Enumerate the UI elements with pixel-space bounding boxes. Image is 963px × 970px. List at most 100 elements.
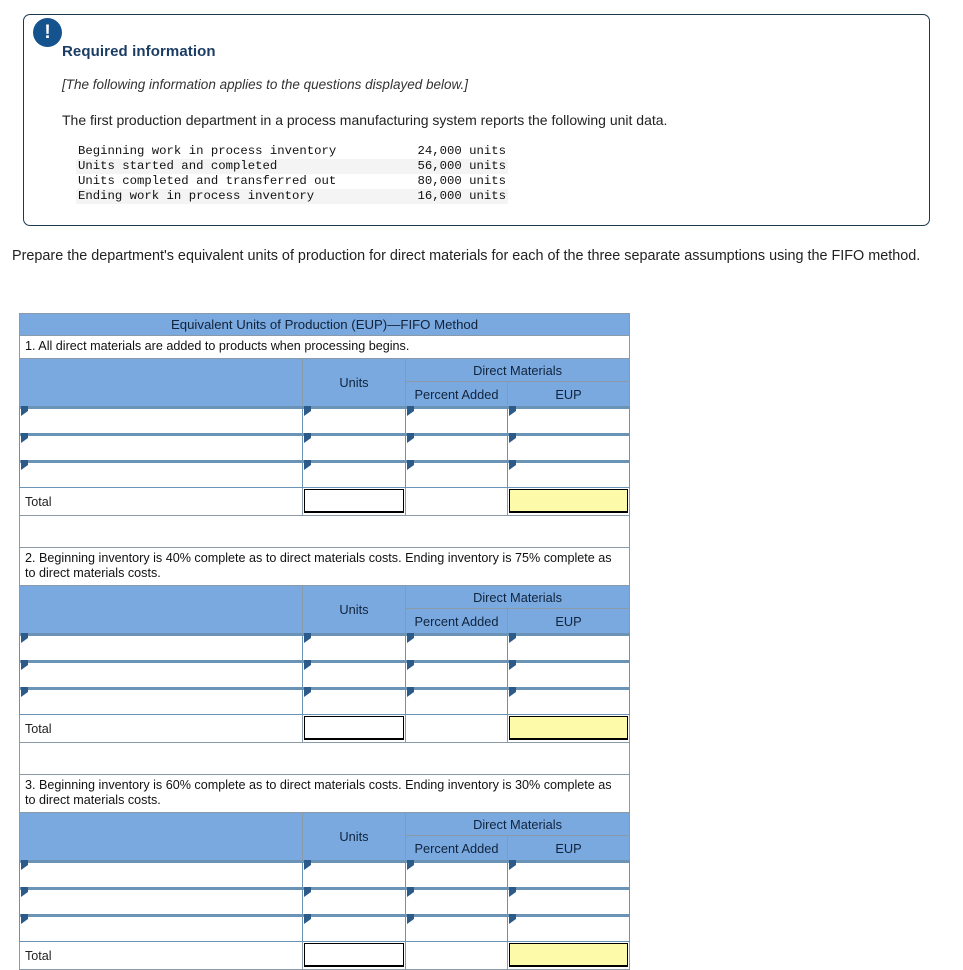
dropdown-marker-icon — [21, 633, 28, 643]
units-input-1-2[interactable] — [302, 433, 406, 462]
dropdown-marker-icon — [509, 860, 516, 870]
dropdown-marker-icon — [509, 660, 516, 670]
unit-data-label: Units started and completed — [78, 159, 366, 173]
direct-materials-column-header: Direct Materials — [404, 585, 631, 609]
exclamation-glyph: ! — [44, 21, 51, 43]
total-eup-cell-2[interactable] — [506, 714, 631, 743]
eup-input-3-1[interactable] — [506, 860, 631, 889]
dropdown-marker-icon — [21, 887, 28, 897]
assumption-row: 2. Beginning inventory is 40% complete a… — [18, 547, 631, 586]
units-input-2-2[interactable] — [302, 660, 406, 689]
section-spacer — [18, 742, 631, 775]
total-percent-cell-1 — [405, 487, 508, 516]
percent-added-input-2-1[interactable] — [405, 633, 508, 662]
unit-data-value: 56,000 units — [417, 159, 506, 173]
description-select-3-3[interactable] — [19, 914, 303, 942]
percent-added-input-2-2[interactable] — [405, 660, 508, 689]
total-units-input-2[interactable] — [304, 716, 404, 740]
table-row[interactable] — [19, 687, 631, 715]
eup-input-2-2[interactable] — [506, 660, 631, 689]
dropdown-marker-icon — [21, 860, 28, 870]
total-eup-cell-3[interactable] — [506, 941, 631, 970]
table-row[interactable] — [19, 660, 631, 689]
eup-input-1-2[interactable] — [506, 433, 631, 462]
unit-data-value: 16,000 units — [417, 189, 506, 203]
table-row[interactable] — [19, 433, 631, 462]
units-column-header: Units — [302, 812, 406, 862]
question-prompt: Prepare the department's equivalent unit… — [12, 248, 921, 264]
percent-added-input-1-3[interactable] — [405, 460, 508, 488]
units-input-2-1[interactable] — [302, 633, 406, 662]
eup-input-3-2[interactable] — [506, 887, 631, 916]
dropdown-marker-icon — [304, 406, 311, 416]
description-select-1-2[interactable] — [19, 433, 303, 462]
dropdown-marker-icon — [509, 687, 516, 697]
total-units-cell-3[interactable] — [302, 941, 406, 970]
description-column-header — [19, 585, 303, 635]
eup-column-header: EUP — [506, 608, 631, 635]
dropdown-marker-icon — [407, 887, 414, 897]
unit-data-row: Beginning work in process inventory 24,0… — [76, 144, 508, 159]
eup-input-2-1[interactable] — [506, 633, 631, 662]
percent-added-input-2-3[interactable] — [405, 687, 508, 715]
dropdown-marker-icon — [407, 860, 414, 870]
units-input-3-3[interactable] — [302, 914, 406, 942]
description-select-2-2[interactable] — [19, 660, 303, 689]
assumption-row: 3. Beginning inventory is 60% complete a… — [18, 774, 631, 813]
dropdown-marker-icon — [21, 660, 28, 670]
dropdown-marker-icon — [509, 433, 516, 443]
table-row[interactable] — [19, 887, 631, 916]
assumption-row: 1. All direct materials are added to pro… — [18, 335, 631, 359]
direct-materials-column-header: Direct Materials — [404, 358, 631, 382]
description-select-3-2[interactable] — [19, 887, 303, 916]
required-information-panel: ! Required information [The following in… — [23, 14, 930, 226]
percent-added-input-3-3[interactable] — [405, 914, 508, 942]
percent-added-input-1-1[interactable] — [405, 406, 508, 435]
total-units-input-3[interactable] — [304, 943, 404, 967]
total-eup-input-2[interactable] — [509, 716, 629, 740]
dropdown-marker-icon — [407, 406, 414, 416]
description-select-2-3[interactable] — [19, 687, 303, 715]
dropdown-marker-icon — [304, 433, 311, 443]
spacer-cell — [18, 742, 631, 775]
unit-data-row: Units completed and transferred out 80,0… — [76, 174, 508, 189]
description-select-1-3[interactable] — [19, 460, 303, 488]
dropdown-marker-icon — [21, 914, 28, 924]
total-units-input-1[interactable] — [304, 489, 404, 513]
units-input-3-1[interactable] — [302, 860, 406, 889]
units-input-1-3[interactable] — [302, 460, 406, 488]
total-eup-cell-1[interactable] — [506, 487, 631, 516]
units-input-2-3[interactable] — [302, 687, 406, 715]
total-units-cell-1[interactable] — [302, 487, 406, 516]
total-eup-input-3[interactable] — [509, 943, 629, 967]
description-select-2-1[interactable] — [19, 633, 303, 662]
description-select-3-1[interactable] — [19, 860, 303, 889]
units-column-header: Units — [302, 358, 406, 408]
table-row[interactable] — [19, 460, 631, 488]
table-row[interactable] — [19, 406, 631, 435]
description-select-1-1[interactable] — [19, 406, 303, 435]
eup-input-3-3[interactable] — [506, 914, 631, 942]
percent-added-input-1-2[interactable] — [405, 433, 508, 462]
dropdown-marker-icon — [407, 433, 414, 443]
total-eup-input-1[interactable] — [509, 489, 629, 513]
table-row[interactable] — [19, 914, 631, 942]
dropdown-marker-icon — [509, 406, 516, 416]
units-input-3-2[interactable] — [302, 887, 406, 916]
eup-input-1-3[interactable] — [506, 460, 631, 488]
percent-added-input-3-1[interactable] — [405, 860, 508, 889]
units-input-1-1[interactable] — [302, 406, 406, 435]
unit-data-value: 24,000 units — [417, 144, 506, 158]
unit-data-label: Ending work in process inventory — [78, 189, 366, 203]
table-row[interactable] — [19, 633, 631, 662]
eup-column-header: EUP — [506, 835, 631, 862]
dropdown-marker-icon — [304, 914, 311, 924]
eup-input-2-3[interactable] — [506, 687, 631, 715]
eup-input-1-1[interactable] — [506, 406, 631, 435]
dropdown-marker-icon — [304, 660, 311, 670]
assumption-1-text: 1. All direct materials are added to pro… — [18, 335, 631, 359]
eup-worksheet: Equivalent Units of Production (EUP)—FIF… — [18, 313, 631, 970]
percent-added-input-3-2[interactable] — [405, 887, 508, 916]
total-units-cell-2[interactable] — [302, 714, 406, 743]
table-row[interactable] — [19, 860, 631, 889]
